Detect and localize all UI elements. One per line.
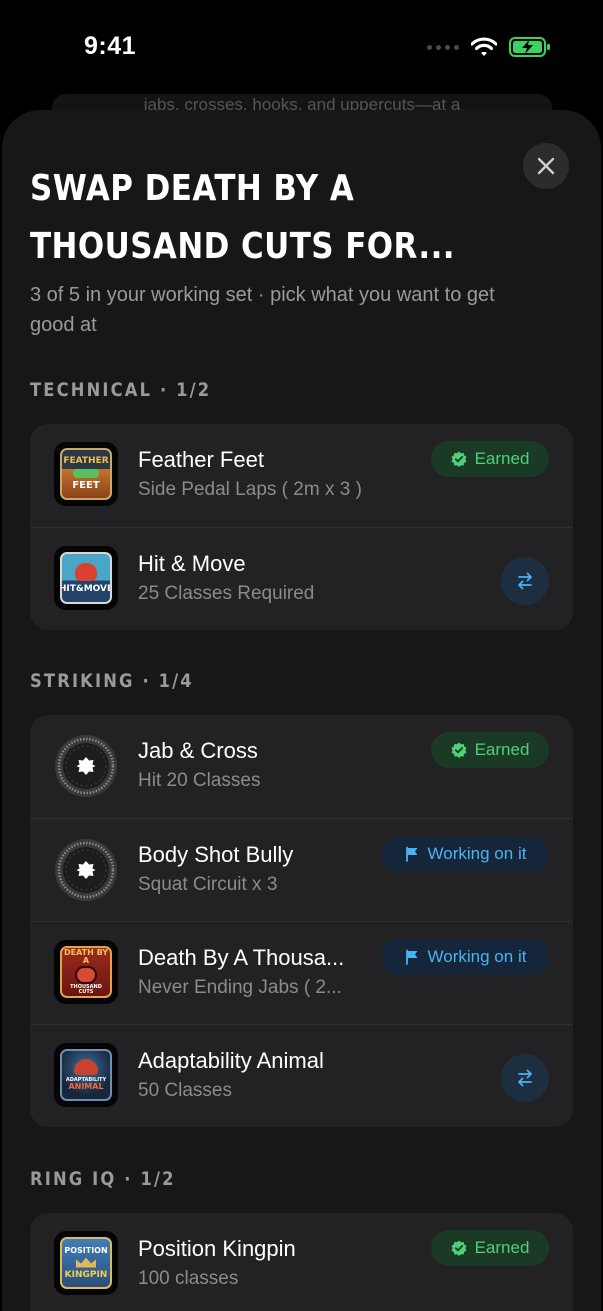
sheet-title: Swap Death By A Thousand Cuts for... [30, 168, 455, 267]
position-kingpin-badge-icon: POSITION KINGPIN [54, 1231, 118, 1295]
badge-title: Feather Feet [138, 447, 264, 472]
wifi-icon [471, 37, 497, 56]
badge-title: Adaptability Animal [138, 1048, 324, 1073]
hit-and-move-badge-icon: HIT&MOVE [54, 546, 118, 610]
battery-charging-icon [509, 37, 550, 57]
section-label-ring-iq: RING IQ · 1/2 [30, 1168, 176, 1190]
verified-check-icon [451, 451, 467, 467]
badge-requirement: Side Pedal Laps ( 2m x 3 ) [138, 479, 362, 500]
status-bar: 9:41 [0, 0, 603, 96]
badge-requirement: 100 classes [138, 1268, 239, 1289]
section-label-technical: TECHNICAL · 1/2 [30, 379, 212, 401]
section-card-striking: Jab & Cross Hit 20 Classes Earned Body S… [30, 715, 573, 1127]
status-time: 9:41 [84, 32, 137, 60]
swap-arrows-icon [518, 1069, 532, 1087]
death-by-a-thousand-cuts-badge-icon: DEATH BY A THOUSAND CUTS [54, 940, 118, 1004]
badge-title: Hit & Move [138, 551, 246, 576]
earned-status-badge: Earned [431, 441, 549, 477]
swap-arrows-icon [518, 572, 532, 590]
badge-requirement: Hit 20 Classes [138, 770, 261, 791]
adaptability-animal-badge-icon: ADAPTABILITY ANIMAL [54, 1043, 118, 1107]
locked-coin-badge-icon [55, 735, 117, 797]
cellular-signal-icon [427, 44, 459, 50]
badge-row: Jab & Cross Hit 20 Classes Earned [30, 715, 573, 818]
swap-button[interactable] [501, 1054, 549, 1102]
earned-status-badge: Earned [431, 1230, 549, 1266]
badge-row: POSITION KINGPIN Position Kingpin 100 cl… [30, 1213, 573, 1311]
badge-row: ADAPTABILITY ANIMAL Adaptability Animal … [30, 1024, 573, 1127]
verified-check-icon [451, 742, 467, 758]
badge-title: Death By A Thousa... [138, 945, 345, 970]
flag-icon [405, 949, 418, 965]
badge-requirement: Never Ending Jabs ( 2... [138, 977, 342, 998]
verified-check-icon [451, 1240, 467, 1256]
badge-title: Position Kingpin [138, 1236, 296, 1261]
badge-row: HIT&MOVE Hit & Move 25 Classes Required [30, 527, 573, 630]
badge-requirement: Squat Circuit x 3 [138, 874, 278, 895]
badge-row: DEATH BY A THOUSAND CUTS Death By A Thou… [30, 921, 573, 1024]
badge-requirement: 25 Classes Required [138, 583, 315, 604]
feather-feet-badge-icon: FEATHER FEET [54, 442, 118, 506]
close-button[interactable] [523, 143, 569, 189]
working-status-badge: Working on it [381, 836, 549, 872]
close-icon [537, 157, 555, 175]
working-status-badge: Working on it [381, 939, 549, 975]
flag-icon [405, 846, 418, 862]
section-card-technical: FEATHER FEET Feather Feet Side Pedal Lap… [30, 424, 573, 630]
swap-button[interactable] [501, 557, 549, 605]
earned-status-badge: Earned [431, 732, 549, 768]
badge-row: Body Shot Bully Squat Circuit x 3 Workin… [30, 818, 573, 921]
sheet-subtitle: 3 of 5 in your working set · pick what y… [30, 284, 495, 336]
section-label-striking: STRIKING · 1/4 [30, 670, 194, 692]
section-card-ring-iq: POSITION KINGPIN Position Kingpin 100 cl… [30, 1213, 573, 1311]
status-icons [427, 37, 551, 57]
badge-title: Jab & Cross [138, 738, 258, 763]
badge-requirement: 50 Classes [138, 1080, 232, 1101]
badge-title: Body Shot Bully [138, 842, 294, 867]
locked-coin-badge-icon [55, 839, 117, 901]
badge-row: FEATHER FEET Feather Feet Side Pedal Lap… [30, 424, 573, 527]
